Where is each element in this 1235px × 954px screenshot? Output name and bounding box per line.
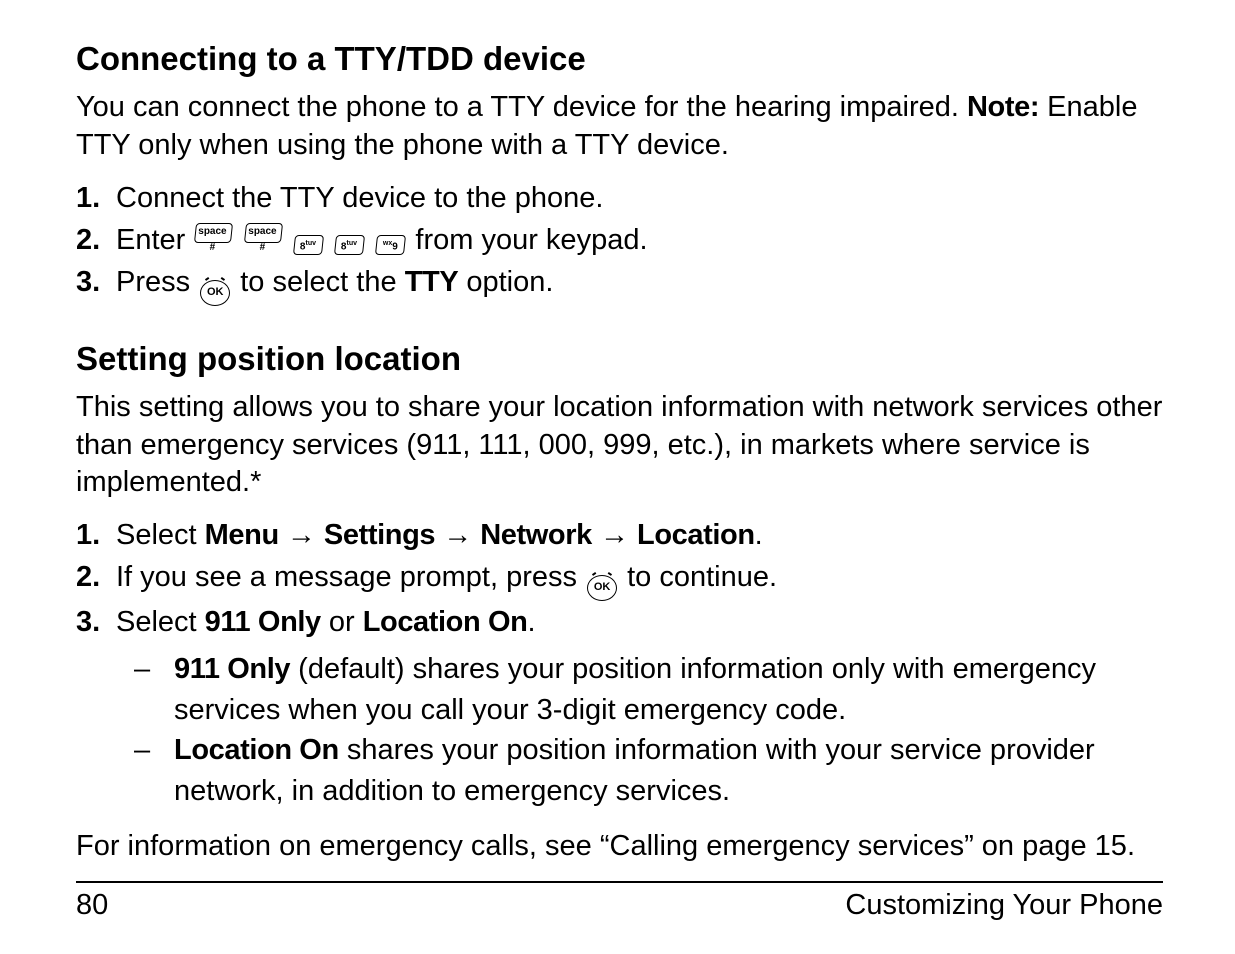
tty-step-1: 1. Connect the TTY device to the phone. (76, 177, 1163, 219)
loc1-end: . (755, 519, 763, 551)
step-body: Select Menu → Settings → Network → Locat… (116, 514, 1163, 556)
tty-intro-text-a: You can connect the phone to a TTY devic… (76, 91, 967, 123)
step-number: 2. (76, 219, 116, 261)
location-label: Location (637, 519, 755, 551)
menu-label: Menu (205, 519, 279, 551)
step-body: Connect the TTY device to the phone. (116, 177, 1163, 219)
step-body: If you see a message prompt, press OK to… (116, 556, 1163, 601)
sub-item-location-on: – Location On shares your position infor… (134, 730, 1163, 811)
tty-step-3: 3. Press OK to select the TTY option. (76, 261, 1163, 306)
step-body: Enter space# space# 8tuv 8tuv wx9 from y… (116, 219, 1163, 261)
arrow-icon: → (600, 519, 629, 551)
sub-item-911-only: – 911 Only (default) shares your positio… (134, 649, 1163, 730)
note-label: Note: (967, 91, 1039, 123)
step3-text-a: Press (116, 266, 198, 298)
loc2-text-a: If you see a message prompt, press (116, 561, 585, 593)
step-number: 1. (76, 514, 116, 556)
step-number: 3. (76, 601, 116, 643)
keypad-hash-icon: space# (244, 223, 283, 243)
arrow-icon: → (443, 519, 472, 551)
location-step-2: 2. If you see a message prompt, press OK… (76, 556, 1163, 601)
step-number: 1. (76, 177, 116, 219)
keypad-8-icon: 8tuv (293, 235, 324, 255)
step3-text-b: to select the (232, 266, 405, 298)
loc1-text-a: Select (116, 519, 205, 551)
keypad-9-icon: wx9 (375, 235, 406, 255)
option-911-only: 911 Only (205, 606, 321, 638)
step-number: 3. (76, 261, 116, 303)
location-sub-options: – 911 Only (default) shares your positio… (116, 649, 1163, 811)
tty-steps: 1. Connect the TTY device to the phone. … (76, 177, 1163, 306)
tty-label: TTY (405, 266, 459, 298)
location-step-3: 3. Select 911 Only or Location On. – 911… (76, 601, 1163, 811)
step-body: Press OK to select the TTY option. (116, 261, 1163, 306)
sub-body: Location On shares your position informa… (174, 730, 1163, 811)
sub-label-location-on: Location On (174, 734, 339, 766)
ok-key-icon: OK (200, 280, 230, 306)
keypad-8-icon: 8tuv (334, 235, 365, 255)
loc3-end: . (527, 606, 535, 638)
keypad-hash-icon: space# (194, 223, 233, 243)
page-number: 80 (76, 889, 108, 922)
loc2-text-b: to continue. (619, 561, 777, 593)
ok-key-icon: OK (587, 575, 617, 601)
location-step-1: 1. Select Menu → Settings → Network → Lo… (76, 514, 1163, 556)
sub-label-911: 911 Only (174, 653, 290, 685)
location-steps: 1. Select Menu → Settings → Network → Lo… (76, 514, 1163, 811)
location-intro: This setting allows you to share your lo… (76, 389, 1163, 502)
step3-text-c: option. (458, 266, 553, 298)
section-title: Customizing Your Phone (845, 889, 1163, 922)
step2-text-a: Enter (116, 224, 193, 256)
dash-icon: – (134, 649, 174, 690)
loc3-text-a: Select (116, 606, 205, 638)
heading-location: Setting position location (76, 338, 1163, 379)
settings-label: Settings (324, 519, 435, 551)
dash-icon: – (134, 730, 174, 771)
location-closing: For information on emergency calls, see … (76, 828, 1163, 866)
loc3-or: or (321, 606, 363, 638)
heading-tty: Connecting to a TTY/TDD device (76, 38, 1163, 79)
option-location-on: Location On (363, 606, 528, 638)
sub-body: 911 Only (default) shares your position … (174, 649, 1163, 730)
step2-text-b: from your keypad. (415, 224, 647, 256)
tty-intro: You can connect the phone to a TTY devic… (76, 89, 1163, 164)
page-footer: 80 Customizing Your Phone (76, 889, 1163, 922)
tty-step-2: 2. Enter space# space# 8tuv 8tuv wx9 fro… (76, 219, 1163, 261)
step-number: 2. (76, 556, 116, 598)
footer-rule (76, 881, 1163, 883)
manual-page: Connecting to a TTY/TDD device You can c… (0, 0, 1235, 954)
sub-rest-911: (default) shares your position informati… (174, 653, 1096, 726)
network-label: Network (480, 519, 592, 551)
step-body: Select 911 Only or Location On. – 911 On… (116, 601, 1163, 811)
arrow-icon: → (287, 519, 316, 551)
